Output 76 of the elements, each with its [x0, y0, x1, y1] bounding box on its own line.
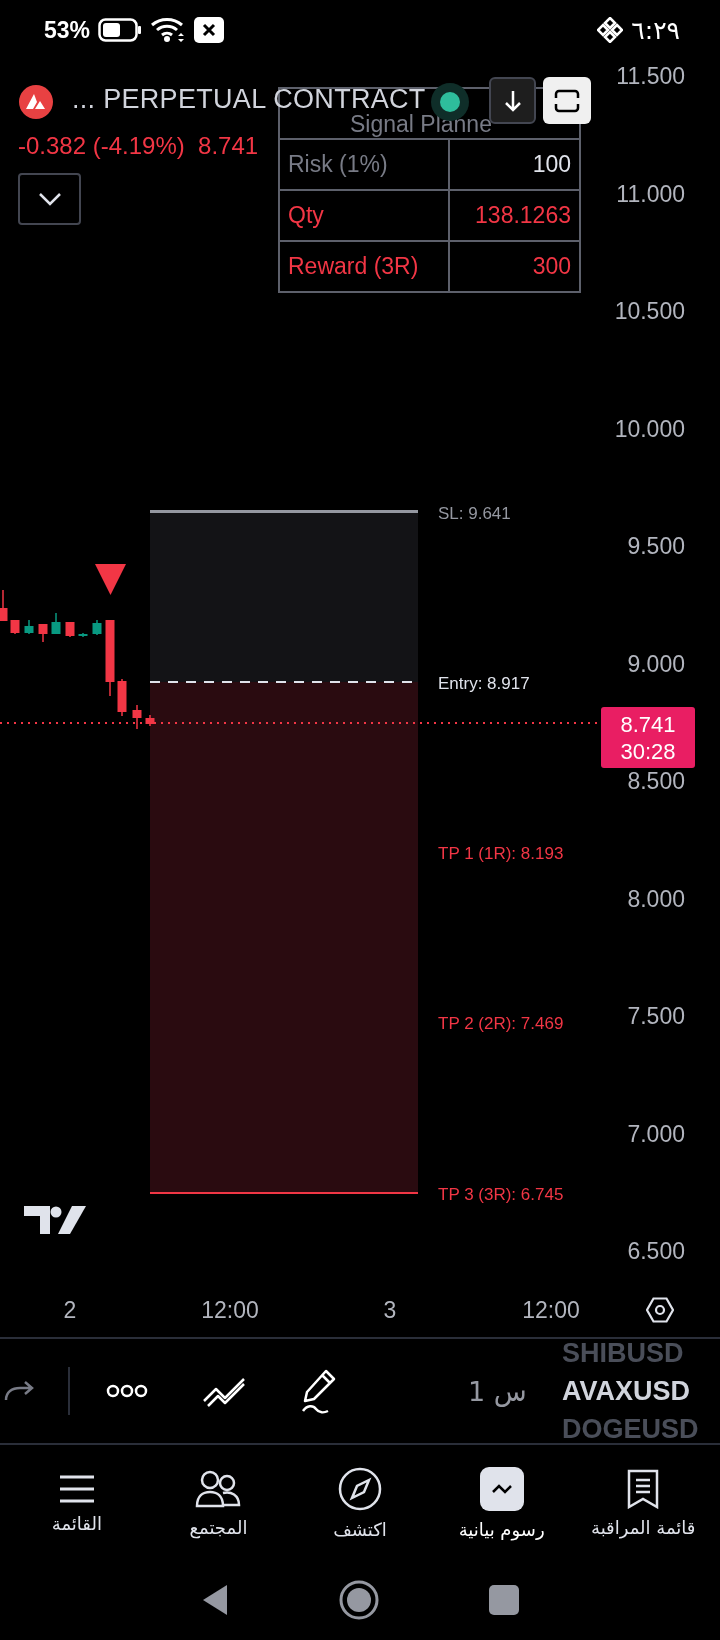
more-dots-icon	[106, 1384, 148, 1398]
table-cell: 138.1263	[449, 190, 580, 241]
time-axis-label: 12:00	[201, 1296, 259, 1324]
chevron-down-icon	[37, 192, 62, 206]
candle	[0, 589, 8, 622]
nav-tab[interactable]: قائمة المراقبة	[573, 1468, 714, 1538]
more-button[interactable]	[106, 1384, 148, 1398]
nav-tab[interactable]: القائمة	[6, 1472, 147, 1534]
tradingview-logo-icon	[24, 1206, 86, 1234]
clock-time: ٦:٢٩	[631, 15, 680, 45]
candle	[10, 619, 20, 635]
table-cell: Reward (3R)	[279, 241, 450, 292]
level-label: TP 1 (1R): 8.193	[438, 844, 564, 864]
candle	[78, 632, 88, 638]
symbol-title: ... PERPETUAL CONTRACT	[72, 84, 426, 114]
table-title: Signal Planne	[350, 111, 492, 137]
time-axis-label: 2	[63, 1296, 77, 1324]
table-cell: Risk (1%)	[279, 139, 450, 190]
candle	[51, 612, 61, 635]
people-icon	[195, 1468, 242, 1509]
battery-percent: 53%	[44, 16, 91, 44]
price-axis-label: 11.500	[616, 62, 685, 90]
level-label: TP 2 (2R): 7.469	[438, 1014, 564, 1034]
price-axis-label: 9.000	[627, 650, 685, 677]
table-cell: 300	[449, 241, 580, 292]
close-icon	[194, 17, 225, 43]
redo-button[interactable]	[4, 1380, 34, 1402]
level-label: TP 3 (3R): 6.745	[438, 1185, 564, 1205]
expand-button[interactable]	[18, 173, 81, 225]
price-axis-label: 10.000	[614, 415, 685, 442]
price-axis-label: 9.500	[627, 532, 685, 560]
price-axis-label: 7.500	[627, 1002, 685, 1030]
level-label: SL: 9.641	[438, 504, 511, 524]
candle	[145, 714, 155, 727]
interval-button[interactable]: 1 س	[468, 1375, 527, 1407]
bar-countdown: 30:28	[620, 737, 676, 765]
sell-signal-icon	[95, 564, 126, 595]
recents-icon[interactable]	[489, 1585, 519, 1615]
download-button[interactable]	[489, 77, 536, 124]
nav-tab[interactable]: المجتمع	[148, 1468, 289, 1538]
home-icon[interactable]	[339, 1580, 379, 1620]
price-axis-label: 8.500	[627, 767, 685, 795]
avalanche-logo-icon	[19, 85, 53, 119]
fullscreen-icon	[554, 88, 580, 113]
price-change: -0.382 (-4.19%) 8.741	[18, 132, 259, 160]
fullscreen-button[interactable]	[543, 77, 591, 124]
price-axis-label: 10.500	[614, 297, 685, 325]
redo-arrow-icon	[4, 1380, 34, 1402]
back-icon[interactable]	[201, 1583, 229, 1617]
candle	[117, 678, 127, 717]
level-label: Entry: 8.917	[438, 674, 530, 694]
compass-icon	[338, 1466, 382, 1511]
battery-icon	[98, 18, 143, 42]
candle	[132, 704, 142, 730]
symbol-item[interactable]: AVAXUSD	[562, 1378, 699, 1404]
price-axis-label: 6.500	[627, 1237, 685, 1265]
nav-tab[interactable]: رسوم بيانية	[431, 1466, 572, 1540]
settings-icon[interactable]	[646, 1296, 674, 1324]
wifi-icon	[150, 17, 187, 43]
time-axis-label: 3	[383, 1296, 397, 1324]
candle	[92, 619, 102, 636]
candle	[24, 619, 34, 635]
last-price: 8.741	[620, 710, 676, 738]
candle	[38, 623, 48, 643]
table-cell: Qty	[279, 190, 450, 241]
time-axis-label: 12:00	[522, 1296, 580, 1324]
price-axis-label: 7.000	[627, 1120, 685, 1147]
price-axis-label: 11.000	[616, 180, 685, 207]
price-axis-label: 8.000	[627, 885, 685, 912]
bookmark-list-icon	[627, 1468, 660, 1509]
chart-icon	[479, 1466, 524, 1511]
table-cell: 100	[449, 139, 580, 190]
diamond-logo-icon	[597, 17, 624, 43]
nav-tab[interactable]: اكتشف	[290, 1466, 430, 1540]
arrow-down-icon	[503, 88, 522, 113]
candle	[65, 621, 75, 638]
